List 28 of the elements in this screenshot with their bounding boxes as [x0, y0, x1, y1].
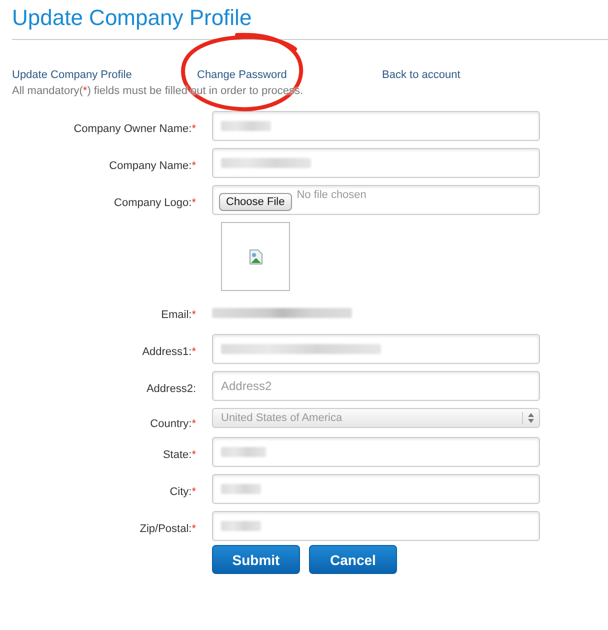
page-title: Update Company Profile [11, 4, 253, 31]
field-label: Zip/Postal:* [140, 523, 196, 535]
file-field[interactable]: Choose File No file chosen [212, 185, 540, 215]
placeholder-text: Address2 [221, 379, 272, 393]
nav-link[interactable]: Update Company Profile [12, 69, 132, 81]
field-label: State:* [162, 449, 196, 461]
input-field[interactable] [212, 474, 540, 504]
broken-image-icon [248, 248, 262, 264]
input-field[interactable] [212, 148, 540, 178]
field-label: Address2: [146, 383, 196, 395]
nav-link[interactable]: Change Password [197, 69, 287, 81]
field-label: Address1:* [142, 346, 196, 358]
field-label: Country:* [150, 418, 196, 430]
field-label: Email:* [161, 309, 196, 321]
input-field[interactable] [212, 334, 540, 364]
input-field[interactable] [212, 111, 540, 141]
input-field[interactable] [212, 511, 540, 541]
updown-arrow-icon [522, 412, 535, 424]
nav-link[interactable]: Back to account [382, 69, 460, 81]
field-label: Company Owner Name:* [74, 123, 196, 135]
input-field[interactable] [212, 437, 540, 467]
cancel-button[interactable]: Cancel [309, 545, 397, 574]
choose-file-button[interactable]: Choose File [219, 193, 292, 211]
file-status: No file chosen [296, 189, 366, 201]
field-label: Company Name:* [109, 160, 196, 172]
field-label: Company Logo:* [114, 197, 196, 209]
field-label: City:* [170, 486, 196, 498]
submit-button[interactable]: Submit [212, 545, 300, 574]
